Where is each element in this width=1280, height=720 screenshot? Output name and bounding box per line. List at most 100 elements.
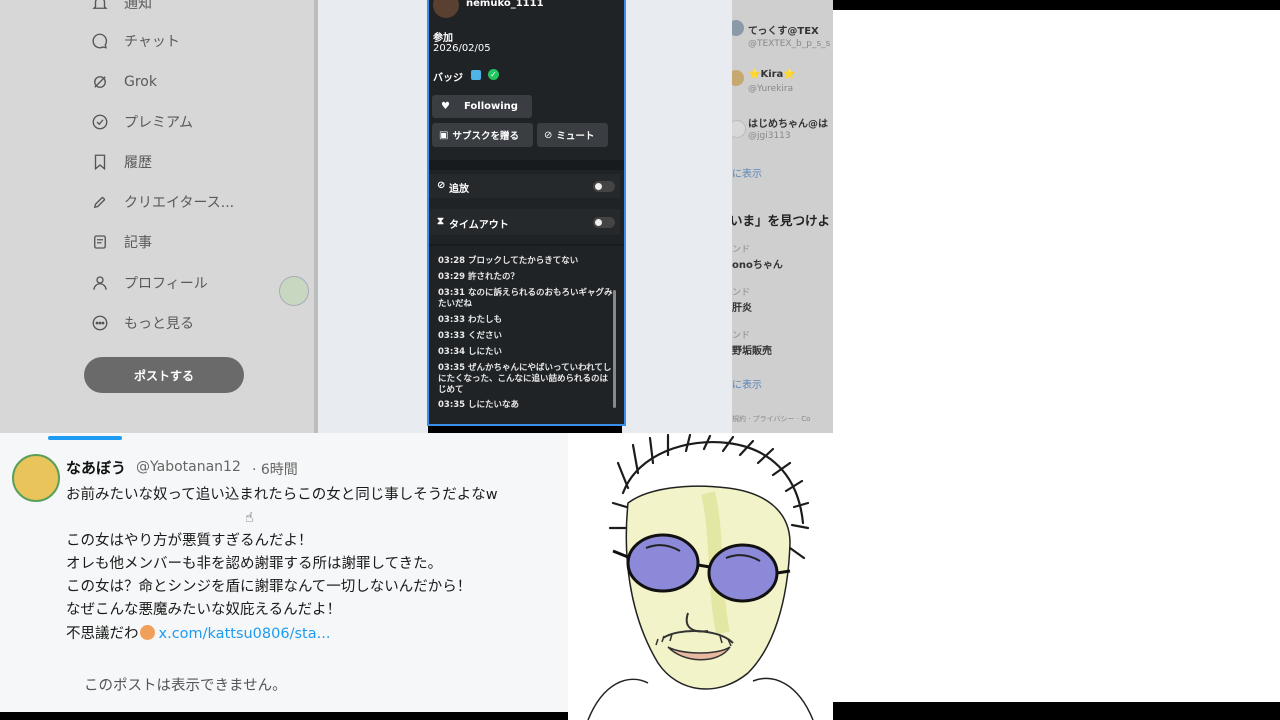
trend-name[interactable]: onoちゃん xyxy=(732,256,783,271)
sidebar-item-label: 通知 xyxy=(124,0,152,12)
grok-icon xyxy=(90,72,110,92)
chat-icon xyxy=(90,31,110,51)
sidebar-item-profile[interactable]: プロフィール xyxy=(90,270,208,296)
trend-label: ンド xyxy=(732,288,751,298)
stream-user-card: nemuko_1111 参加 2026/02/05 バッジ ✓ ♥ Follow… xyxy=(427,0,626,426)
avatar[interactable] xyxy=(732,20,744,36)
chat-message: 03:33 わたしも xyxy=(438,315,503,325)
sidebar-item-label: Grok xyxy=(124,74,157,90)
user-handle: @TEXTEX_b_p_s_s xyxy=(748,39,831,49)
sidebar-item-premium[interactable]: プレミアム xyxy=(90,109,193,135)
username[interactable]: nemuko_1111 xyxy=(466,0,544,9)
sidebar-item-bookmarks[interactable]: 履歴 xyxy=(90,149,152,175)
ban-label: 追放 xyxy=(449,184,469,195)
avatar[interactable] xyxy=(12,454,60,502)
avatar[interactable] xyxy=(279,276,309,306)
more-icon xyxy=(90,313,110,333)
chat-message: 03:29 許されたの？ xyxy=(438,272,520,282)
show-more-link[interactable]: に表示 xyxy=(732,165,762,180)
sidebar-item-more[interactable]: もっと見る xyxy=(90,310,194,336)
chat-message: 03:35 ぜんかちゃんにやばいっていわれてしにたくなった、こんなに追い詰められ… xyxy=(438,363,612,395)
user-name[interactable]: てっくす@TEX xyxy=(748,22,819,37)
divider xyxy=(429,160,624,170)
avatar[interactable] xyxy=(732,70,744,86)
sidebar-item-label: 履歴 xyxy=(124,155,152,171)
user-handle: @jgi3113 xyxy=(748,131,791,141)
following-button[interactable]: ♥ Following xyxy=(432,95,532,118)
mute-button[interactable]: ⊘ ミュート xyxy=(537,123,608,147)
user-name[interactable]: はじめちゃん@は xyxy=(748,115,828,130)
ban-toggle[interactable] xyxy=(593,181,615,192)
user-name[interactable]: ⭐Kira⭐ xyxy=(748,69,796,80)
gift-sub-label: サブスクを贈る xyxy=(452,131,519,142)
sidebar: 通知 チャット Grok プレミアム 履歴 クリエイタース... 記事 プロフィ… xyxy=(0,0,318,433)
scrollbar[interactable] xyxy=(613,290,616,408)
background-panel xyxy=(318,0,428,433)
timeout-toggle[interactable] xyxy=(593,217,615,228)
tweet-text: 不思議だわ x.com/kattsu0806/sta... xyxy=(66,625,331,642)
badge-icon xyxy=(471,70,481,80)
trend-name[interactable]: 肝炎 xyxy=(732,299,752,314)
chat-message: 03:33 ください xyxy=(438,331,503,341)
following-label: Following xyxy=(463,101,518,112)
sketch-illustration xyxy=(587,433,814,720)
tweet: なあぼう @Yabotanan12 · 6時間 お前みたいな奴って追い込まれたら… xyxy=(0,433,568,712)
tab-indicator xyxy=(48,436,122,440)
ban-row[interactable]: ⊘ 追放 xyxy=(429,174,620,198)
trend-name[interactable]: 野垢販売 xyxy=(732,342,772,357)
sidebar-item-label: プロフィール xyxy=(124,276,208,292)
sidebar-item-label: プレミアム xyxy=(124,115,194,131)
background-panel xyxy=(622,0,732,433)
user-handle: @Yurekira xyxy=(748,84,794,94)
trend-label: ンド xyxy=(732,331,751,341)
show-more-link[interactable]: に表示 xyxy=(732,376,762,391)
gift-sub-button[interactable]: ▣ サブスクを贈る xyxy=(432,123,533,147)
sidebar-item-label: クリエイタース... xyxy=(124,195,235,211)
sidebar-item-creator-studio[interactable]: クリエイタース... xyxy=(90,189,234,215)
chat-message: 03:28 ブロックしてたからきてない xyxy=(438,256,579,266)
rocket-icon xyxy=(90,192,110,212)
ban-icon: ⊘ xyxy=(437,180,446,191)
sidebar-item-label: もっと見る xyxy=(124,316,194,332)
tweet-link[interactable]: x.com/kattsu0806/sta... xyxy=(159,626,331,642)
sidebar-item-notifications[interactable]: 通知 xyxy=(90,0,152,16)
timeout-row[interactable]: ⧗ タイムアウト xyxy=(429,209,620,235)
chat-message: 03:35 しにたいなあ xyxy=(438,400,520,410)
hourglass-icon: ⧗ xyxy=(437,216,445,227)
unavailable-notice: このポストは表示できません。 xyxy=(84,678,287,694)
display-name[interactable]: なあぼう xyxy=(66,457,126,478)
timeout-label: タイムアウト xyxy=(449,220,509,231)
heart-icon: ♥ xyxy=(441,101,450,112)
sidebar-item-chat[interactable]: チャット xyxy=(90,28,180,54)
tweet-text: お前みたいな奴って追い込まれたらこの女と同じ事しそうだよなw xyxy=(66,487,498,503)
hand-cursor-icon: ☝ xyxy=(245,510,254,526)
bell-icon xyxy=(90,0,110,13)
bookmark-icon xyxy=(90,152,110,172)
mute-label: ミュート xyxy=(556,131,595,142)
chat-message: 03:34 しにたい xyxy=(438,347,503,357)
section-title: いま」を見つけよ xyxy=(732,213,831,228)
article-icon xyxy=(90,232,110,252)
emoji-icon xyxy=(139,625,155,640)
mute-icon: ⊘ xyxy=(544,129,553,141)
footer-links[interactable]: 規約 · プライバシー · Co xyxy=(732,414,810,424)
tweet-text: オレも他メンバーも非を認め謝罪する所は謝罪してきた。 xyxy=(66,556,443,572)
badges-label: バッジ xyxy=(433,73,463,84)
sidebar-item-articles[interactable]: 記事 xyxy=(90,229,152,255)
post-button[interactable]: ポストする xyxy=(84,357,244,393)
person-icon xyxy=(90,273,110,293)
user-handle[interactable]: @Yabotanan12 xyxy=(136,459,241,475)
tweet-text: この女は？命とシンジを盾に謝罪なんて一切しないんだから！ xyxy=(66,579,472,595)
gift-icon: ▣ xyxy=(439,129,449,141)
sidebar-item-label: チャット xyxy=(124,34,180,50)
timestamp[interactable]: · 6時間 xyxy=(252,459,298,479)
joined-label: 参加 xyxy=(433,33,453,44)
tweet-text: この女はやり方が悪質すぎるんだよ！ xyxy=(66,533,313,549)
chat-message: 03:31 なのに訴えられるのおもろいギャグみたいだね xyxy=(438,288,613,309)
sidebar-item-grok[interactable]: Grok xyxy=(90,69,157,95)
blank-area xyxy=(833,10,1280,702)
tweet-text: なぜこんな悪魔みたいな奴庇えるんだよ！ xyxy=(66,602,342,618)
portrait-drawing xyxy=(568,433,833,720)
avatar[interactable] xyxy=(433,0,459,18)
avatar[interactable] xyxy=(732,120,746,138)
